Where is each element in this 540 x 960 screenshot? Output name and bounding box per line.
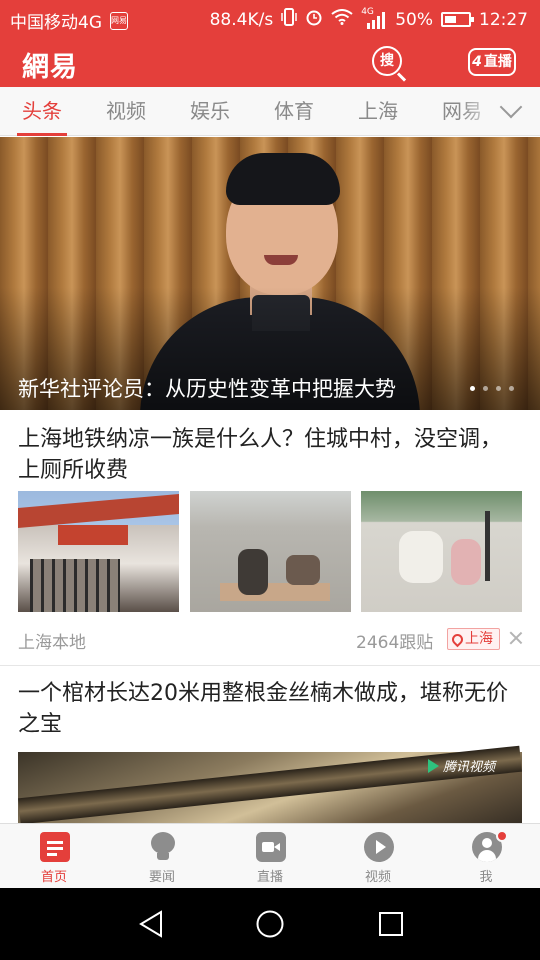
carousel-indicator: [470, 386, 514, 391]
netease-logo[interactable]: 網易: [22, 45, 78, 84]
image-mat: [220, 583, 330, 601]
signal-icon: 4G: [361, 7, 387, 29]
carousel-dot: [509, 386, 514, 391]
nav-label: 视频: [364, 870, 391, 885]
search-icon: 搜: [372, 46, 402, 76]
vibrate-icon: [281, 8, 297, 31]
status-right: 88.4K/s 4G 50% 12:27: [209, 7, 528, 31]
home-list-icon: [40, 832, 70, 862]
lightbulb-icon: [148, 832, 178, 862]
video-watermark: 腾讯视频: [428, 756, 495, 775]
wifi-icon: [331, 9, 353, 30]
location-pin-icon: [449, 631, 466, 647]
dismiss-icon[interactable]: [508, 630, 524, 646]
nav-label: 首页: [40, 870, 67, 885]
netease-notification-icon: 网易: [110, 11, 128, 30]
location-tag[interactable]: 上海: [447, 628, 500, 650]
nav-video[interactable]: 视频: [324, 824, 432, 889]
chevron-down-icon[interactable]: [498, 99, 524, 123]
location-label: 上海: [465, 631, 493, 647]
notification-badge: [496, 830, 508, 842]
news-item[interactable]: 上海地铁纳凉一族是什么人？住城中村，没空调，上厕所收费 上海本地 2464跟贴 …: [0, 410, 540, 666]
status-bar: 中国移动4G 网易 88.4K/s 4G 50% 12:27: [0, 0, 540, 38]
video-thumbnail[interactable]: 腾讯视频: [18, 745, 522, 823]
image-person: [286, 555, 320, 585]
nav-home[interactable]: 首页: [0, 824, 108, 889]
tab-fade: [460, 87, 500, 135]
nav-news[interactable]: 要闻: [108, 824, 216, 889]
tab-video[interactable]: 视频: [104, 87, 148, 136]
recents-icon[interactable]: [378, 911, 404, 937]
carousel-dot: [470, 386, 475, 391]
app-header: 網易 搜 4 直播: [0, 38, 540, 87]
tab-headlines[interactable]: 头条: [17, 87, 67, 136]
news-item[interactable]: 一个棺材长达20米用整根金丝楠木做成，堪称无价之宝 腾讯视频: [0, 666, 540, 823]
image-gate: [30, 559, 120, 612]
article-title[interactable]: 上海地铁纳凉一族是什么人？住城中村，没空调，上厕所收费: [18, 424, 518, 486]
hero-gradient: [0, 137, 540, 410]
article-source: 上海本地: [18, 633, 86, 653]
bulb-base: [157, 853, 169, 860]
image-person: [238, 549, 268, 595]
hero-carousel[interactable]: 新华社评论员：从历史性变革中把握大势: [0, 137, 540, 410]
search-button[interactable]: 搜: [372, 46, 407, 82]
carousel-dot: [483, 386, 488, 391]
battery-fill: [445, 16, 456, 23]
nav-label: 要闻: [148, 870, 175, 885]
nav-live[interactable]: 直播: [216, 824, 324, 889]
bottom-nav: 首页 要闻 直播 视频 我: [0, 823, 540, 888]
tencent-video-icon: [428, 758, 439, 773]
carousel-dot: [496, 386, 501, 391]
battery-icon: [441, 12, 474, 27]
watermark-label: 腾讯视频: [443, 760, 496, 775]
clock: 12:27: [479, 9, 528, 30]
live-count: 4: [472, 54, 482, 70]
nav-label: 直播: [256, 870, 283, 885]
battery-percent: 50%: [395, 9, 433, 30]
tab-shanghai[interactable]: 上海: [356, 87, 400, 136]
system-nav-bar: [0, 888, 540, 960]
image-pole: [485, 511, 490, 581]
video-camera-icon: [256, 832, 286, 862]
status-left: 中国移动4G 网易: [10, 8, 128, 33]
tab-entertainment[interactable]: 娱乐: [188, 87, 232, 136]
carrier-label: 中国移动4G: [10, 13, 102, 33]
image-sign: [58, 525, 128, 545]
article-title[interactable]: 一个棺材长达20米用整根金丝楠木做成，堪称无价之宝: [18, 678, 518, 740]
alarm-icon: [305, 8, 323, 31]
image-person: [451, 539, 481, 585]
nav-me[interactable]: 我: [432, 824, 540, 889]
comment-count[interactable]: 2464跟贴: [356, 628, 433, 653]
image-person: [399, 531, 443, 583]
article-image: [361, 491, 522, 612]
back-icon[interactable]: [138, 910, 164, 938]
live-label: 直播: [483, 54, 512, 70]
image-roof: [18, 493, 179, 529]
tab-sports[interactable]: 体育: [272, 87, 316, 136]
search-icon-handle: [396, 72, 407, 82]
network-speed: 88.4K/s: [209, 9, 274, 30]
nav-label: 我: [479, 870, 493, 885]
play-circle-icon: [364, 832, 394, 862]
article-image: [18, 491, 179, 612]
hero-title[interactable]: 新华社评论员：从历史性变革中把握大势: [18, 373, 396, 403]
channel-tabs: 头条 视频 娱乐 体育 上海 网易: [0, 87, 540, 136]
bulb-top: [151, 832, 175, 854]
home-icon[interactable]: [256, 910, 284, 938]
article-image: [190, 491, 351, 612]
live-button[interactable]: 4 直播: [468, 48, 516, 76]
